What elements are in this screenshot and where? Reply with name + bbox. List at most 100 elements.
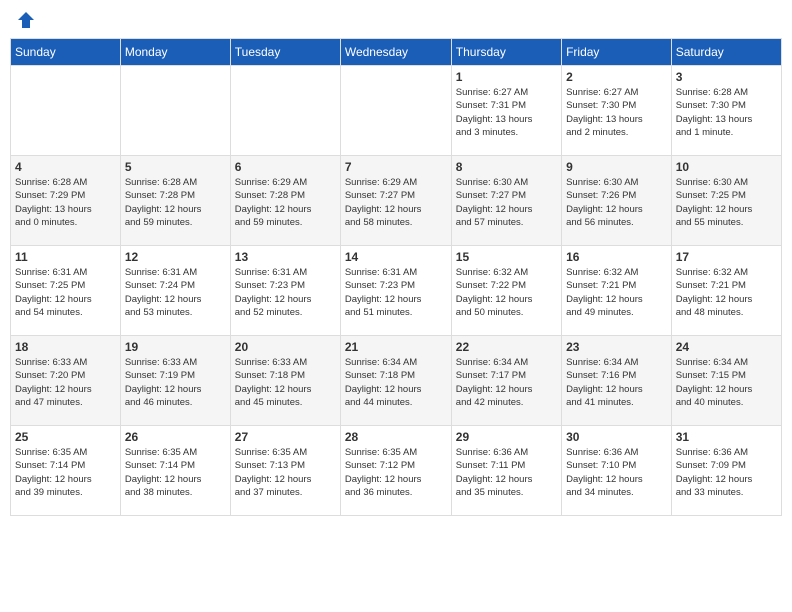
day-info: Sunrise: 6:33 AM Sunset: 7:19 PM Dayligh… xyxy=(125,356,226,409)
day-info: Sunrise: 6:33 AM Sunset: 7:18 PM Dayligh… xyxy=(235,356,336,409)
day-number: 2 xyxy=(566,70,667,84)
day-info: Sunrise: 6:35 AM Sunset: 7:13 PM Dayligh… xyxy=(235,446,336,499)
weekday-header-row: SundayMondayTuesdayWednesdayThursdayFrid… xyxy=(11,39,782,66)
calendar-cell: 6 Sunrise: 6:29 AM Sunset: 7:28 PM Daylig… xyxy=(230,156,340,246)
calendar-cell: 14Sunrise: 6:31 AM Sunset: 7:23 PM Dayli… xyxy=(340,246,451,336)
calendar-cell: 10 Sunrise: 6:30 AM Sunset: 7:25 PM Dayli… xyxy=(671,156,781,246)
day-number: 14 xyxy=(345,250,447,264)
calendar-week-row: 25 Sunrise: 6:35 AM Sunset: 7:14 PM Dayli… xyxy=(11,426,782,516)
day-info: Sunrise: 6:33 AM Sunset: 7:20 PM Dayligh… xyxy=(15,356,116,409)
day-number: 10 xyxy=(676,160,777,174)
day-info: Sunrise: 6:35 AM Sunset: 7:14 PM Dayligh… xyxy=(15,446,116,499)
day-number: 9 xyxy=(566,160,667,174)
day-info: Sunrise: 6:36 AM Sunset: 7:10 PM Dayligh… xyxy=(566,446,667,499)
calendar-header: SundayMondayTuesdayWednesdayThursdayFrid… xyxy=(11,39,782,66)
day-info: Sunrise: 6:35 AM Sunset: 7:14 PM Dayligh… xyxy=(125,446,226,499)
weekday-header-monday: Monday xyxy=(120,39,230,66)
day-number: 29 xyxy=(456,430,557,444)
calendar-cell: 22Sunrise: 6:34 AM Sunset: 7:17 PM Dayli… xyxy=(451,336,561,426)
day-info: Sunrise: 6:34 AM Sunset: 7:18 PM Dayligh… xyxy=(345,356,447,409)
calendar-cell: 5 Sunrise: 6:28 AM Sunset: 7:28 PM Daylig… xyxy=(120,156,230,246)
calendar-table: SundayMondayTuesdayWednesdayThursdayFrid… xyxy=(10,38,782,516)
day-number: 3 xyxy=(676,70,777,84)
day-info: Sunrise: 6:29 AM Sunset: 7:28 PM Dayligh… xyxy=(235,176,336,229)
day-info: Sunrise: 6:28 AM Sunset: 7:28 PM Dayligh… xyxy=(125,176,226,229)
calendar-cell: 12 Sunrise: 6:31 AM Sunset: 7:24 PM Dayli… xyxy=(120,246,230,336)
calendar-cell: 31Sunrise: 6:36 AM Sunset: 7:09 PM Dayli… xyxy=(671,426,781,516)
weekday-header-wednesday: Wednesday xyxy=(340,39,451,66)
calendar-body: 1 Sunrise: 6:27 AM Sunset: 7:31 PM Daylig… xyxy=(11,66,782,516)
day-number: 18 xyxy=(15,340,116,354)
calendar-cell: 4 Sunrise: 6:28 AM Sunset: 7:29 PM Daylig… xyxy=(11,156,121,246)
day-number: 26 xyxy=(125,430,226,444)
calendar-cell: 27 Sunrise: 6:35 AM Sunset: 7:13 PM Dayli… xyxy=(230,426,340,516)
day-number: 11 xyxy=(15,250,116,264)
day-number: 12 xyxy=(125,250,226,264)
calendar-cell: 23 Sunrise: 6:34 AM Sunset: 7:16 PM Dayli… xyxy=(562,336,672,426)
day-info: Sunrise: 6:35 AM Sunset: 7:12 PM Dayligh… xyxy=(345,446,447,499)
day-number: 17 xyxy=(676,250,777,264)
calendar-cell: 16 Sunrise: 6:32 AM Sunset: 7:21 PM Dayli… xyxy=(562,246,672,336)
day-number: 13 xyxy=(235,250,336,264)
day-number: 6 xyxy=(235,160,336,174)
day-info: Sunrise: 6:31 AM Sunset: 7:23 PM Dayligh… xyxy=(235,266,336,319)
calendar-cell xyxy=(120,66,230,156)
calendar-week-row: 1 Sunrise: 6:27 AM Sunset: 7:31 PM Daylig… xyxy=(11,66,782,156)
calendar-cell: 28 Sunrise: 6:35 AM Sunset: 7:12 PM Dayli… xyxy=(340,426,451,516)
day-number: 4 xyxy=(15,160,116,174)
weekday-header-saturday: Saturday xyxy=(671,39,781,66)
calendar-cell: 8Sunrise: 6:30 AM Sunset: 7:27 PM Daylig… xyxy=(451,156,561,246)
day-number: 25 xyxy=(15,430,116,444)
day-info: Sunrise: 6:31 AM Sunset: 7:25 PM Dayligh… xyxy=(15,266,116,319)
calendar-cell xyxy=(340,66,451,156)
day-info: Sunrise: 6:34 AM Sunset: 7:16 PM Dayligh… xyxy=(566,356,667,409)
calendar-cell: 17 Sunrise: 6:32 AM Sunset: 7:21 PM Dayli… xyxy=(671,246,781,336)
day-info: Sunrise: 6:27 AM Sunset: 7:31 PM Dayligh… xyxy=(456,86,557,139)
day-number: 5 xyxy=(125,160,226,174)
calendar-cell: 26 Sunrise: 6:35 AM Sunset: 7:14 PM Dayli… xyxy=(120,426,230,516)
day-info: Sunrise: 6:27 AM Sunset: 7:30 PM Dayligh… xyxy=(566,86,667,139)
calendar-cell: 15 Sunrise: 6:32 AM Sunset: 7:22 PM Dayli… xyxy=(451,246,561,336)
day-number: 27 xyxy=(235,430,336,444)
calendar-cell: 3 Sunrise: 6:28 AM Sunset: 7:30 PM Daylig… xyxy=(671,66,781,156)
logo xyxy=(14,10,36,30)
calendar-cell: 18 Sunrise: 6:33 AM Sunset: 7:20 PM Dayli… xyxy=(11,336,121,426)
day-number: 21 xyxy=(345,340,447,354)
day-info: Sunrise: 6:36 AM Sunset: 7:11 PM Dayligh… xyxy=(456,446,557,499)
day-number: 23 xyxy=(566,340,667,354)
day-number: 16 xyxy=(566,250,667,264)
day-number: 30 xyxy=(566,430,667,444)
calendar-cell: 30 Sunrise: 6:36 AM Sunset: 7:10 PM Dayli… xyxy=(562,426,672,516)
day-info: Sunrise: 6:28 AM Sunset: 7:29 PM Dayligh… xyxy=(15,176,116,229)
day-number: 1 xyxy=(456,70,557,84)
day-number: 28 xyxy=(345,430,447,444)
day-info: Sunrise: 6:31 AM Sunset: 7:24 PM Dayligh… xyxy=(125,266,226,319)
weekday-header-thursday: Thursday xyxy=(451,39,561,66)
calendar-cell: 7Sunrise: 6:29 AM Sunset: 7:27 PM Daylig… xyxy=(340,156,451,246)
day-info: Sunrise: 6:32 AM Sunset: 7:21 PM Dayligh… xyxy=(676,266,777,319)
day-info: Sunrise: 6:32 AM Sunset: 7:22 PM Dayligh… xyxy=(456,266,557,319)
page-header xyxy=(10,10,782,30)
calendar-cell: 25 Sunrise: 6:35 AM Sunset: 7:14 PM Dayli… xyxy=(11,426,121,516)
day-number: 8 xyxy=(456,160,557,174)
day-info: Sunrise: 6:32 AM Sunset: 7:21 PM Dayligh… xyxy=(566,266,667,319)
day-info: Sunrise: 6:29 AM Sunset: 7:27 PM Dayligh… xyxy=(345,176,447,229)
day-number: 15 xyxy=(456,250,557,264)
calendar-week-row: 11 Sunrise: 6:31 AM Sunset: 7:25 PM Dayli… xyxy=(11,246,782,336)
calendar-cell: 2 Sunrise: 6:27 AM Sunset: 7:30 PM Daylig… xyxy=(562,66,672,156)
day-info: Sunrise: 6:28 AM Sunset: 7:30 PM Dayligh… xyxy=(676,86,777,139)
weekday-header-friday: Friday xyxy=(562,39,672,66)
calendar-cell: 11 Sunrise: 6:31 AM Sunset: 7:25 PM Dayli… xyxy=(11,246,121,336)
day-number: 24 xyxy=(676,340,777,354)
day-info: Sunrise: 6:30 AM Sunset: 7:25 PM Dayligh… xyxy=(676,176,777,229)
calendar-cell: 24Sunrise: 6:34 AM Sunset: 7:15 PM Dayli… xyxy=(671,336,781,426)
day-number: 31 xyxy=(676,430,777,444)
calendar-cell xyxy=(11,66,121,156)
calendar-cell: 1 Sunrise: 6:27 AM Sunset: 7:31 PM Daylig… xyxy=(451,66,561,156)
weekday-header-sunday: Sunday xyxy=(11,39,121,66)
calendar-cell: 20 Sunrise: 6:33 AM Sunset: 7:18 PM Dayli… xyxy=(230,336,340,426)
calendar-cell xyxy=(230,66,340,156)
day-info: Sunrise: 6:34 AM Sunset: 7:17 PM Dayligh… xyxy=(456,356,557,409)
day-number: 20 xyxy=(235,340,336,354)
weekday-header-tuesday: Tuesday xyxy=(230,39,340,66)
